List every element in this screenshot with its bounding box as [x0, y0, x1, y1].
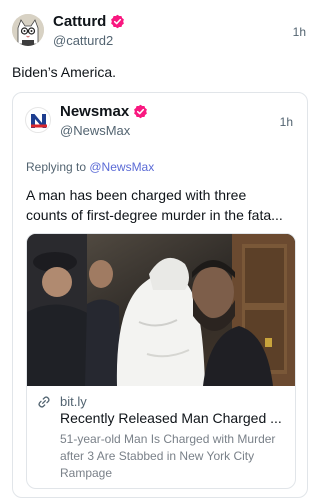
quoted-timestamp[interactable]: 1h [280, 115, 293, 129]
link-preview-image[interactable] [27, 234, 295, 386]
newsmax-logo-icon [27, 109, 50, 132]
quoted-author-name[interactable]: Newsmax [60, 103, 129, 120]
author-avatar[interactable] [12, 14, 44, 46]
link-preview-info[interactable]: bit.ly Recently Released Man Charged ...… [27, 386, 295, 488]
news-photo [27, 234, 295, 386]
link-title[interactable]: Recently Released Man Charged ... [60, 410, 282, 426]
quoted-text: A man has been charged with three counts… [26, 185, 301, 225]
link-preview-card[interactable]: bit.ly Recently Released Man Charged ...… [26, 233, 296, 489]
post-timestamp[interactable]: 1h [293, 25, 306, 39]
author-handle[interactable]: @catturd2 [53, 33, 113, 48]
reply-mention-link[interactable]: @NewsMax [89, 160, 154, 174]
post-text: Biden’s America. [12, 64, 117, 80]
quoted-author-handle[interactable]: @NewsMax [60, 123, 130, 138]
quoted-text-line-2: counts of first-degree murder in the fat… [26, 207, 283, 223]
link-domain: bit.ly [60, 394, 87, 409]
quoted-post[interactable]: Newsmax @NewsMax 1h Replying to @NewsMax… [12, 92, 308, 498]
replying-to-line: Replying to @NewsMax [26, 160, 154, 174]
quoted-text-line-1: A man has been charged with three [26, 187, 247, 203]
verified-badge-icon [134, 104, 148, 119]
cat-avatar-icon [12, 14, 44, 46]
quoted-author-avatar[interactable] [25, 107, 51, 133]
verified-badge-icon [111, 14, 125, 29]
post-card[interactable]: Catturd @catturd2 1h Biden’s America. Ne… [0, 0, 321, 500]
link-description: 51-year-old Man Is Charged with Murder a… [60, 432, 276, 480]
link-icon [38, 396, 50, 408]
author-name[interactable]: Catturd [53, 13, 106, 30]
replying-to-label: Replying to [26, 160, 90, 174]
